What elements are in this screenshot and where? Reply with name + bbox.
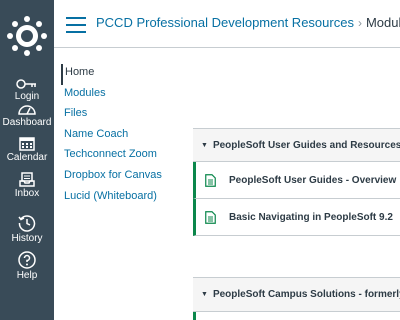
nav-calendar-label: Calendar: [6, 152, 48, 163]
nav-history-label: History: [11, 233, 43, 244]
login-icon: [16, 79, 36, 89]
module-item-title[interactable]: PeopleSoft User Guides - Overview: [229, 175, 396, 186]
module-peoplesoft-campus-solutions: ▼ PeopleSoft Campus Solutions - formerly…: [193, 277, 400, 320]
calendar-icon: [19, 137, 35, 151]
page-icon: [205, 173, 216, 187]
course-nav-modules[interactable]: Modules: [61, 85, 191, 106]
breadcrumb: PCCD Professional Development Resources ›…: [96, 15, 400, 31]
module-item[interactable]: Basic Navigating in PeopleSoft 9.2: [193, 199, 400, 236]
module-header[interactable]: ▼ PeopleSoft User Guides and Resources: [193, 129, 400, 162]
nav-history[interactable]: History: [0, 214, 54, 245]
course-nav-files[interactable]: Files: [61, 105, 191, 126]
course-nav-name-coach[interactable]: Name Coach: [61, 126, 191, 147]
canvas-logo-icon[interactable]: [5, 14, 49, 58]
nav-inbox[interactable]: Inbox: [0, 172, 54, 200]
module-item-title[interactable]: Basic Navigating in PeopleSoft 9.2: [229, 212, 393, 223]
help-icon: [18, 251, 36, 269]
module-item[interactable]: PeopleSoft User Guides - Overview: [193, 162, 400, 199]
nav-login[interactable]: Login: [0, 78, 54, 103]
breadcrumb-course-link[interactable]: PCCD Professional Development Resources: [96, 15, 354, 30]
caret-down-icon[interactable]: ▼: [201, 142, 208, 149]
module-header[interactable]: ▼ PeopleSoft Campus Solutions - formerly…: [193, 278, 400, 312]
breadcrumb-current: Modules: [365, 15, 400, 30]
inbox-icon: [19, 172, 35, 187]
module-item-partial: [193, 312, 400, 320]
caret-down-icon[interactable]: ▼: [201, 291, 208, 298]
module-title: PeopleSoft Campus Solutions - formerly i…: [212, 289, 400, 300]
nav-help[interactable]: Help: [0, 251, 54, 282]
course-nav-dropbox[interactable]: Dropbox for Canvas: [61, 167, 191, 188]
global-navigation: Login Dashboard Calendar Inbox History H…: [0, 0, 54, 320]
course-nav-lucid[interactable]: Lucid (Whiteboard): [61, 188, 191, 209]
nav-inbox-label: Inbox: [14, 188, 40, 199]
course-navigation: Home Modules Files Name Coach Techconnec…: [61, 64, 191, 208]
course-nav-techconnect-zoom[interactable]: Techconnect Zoom: [61, 146, 191, 167]
hamburger-menu-icon[interactable]: [66, 17, 86, 33]
page-icon: [205, 210, 216, 224]
module-peoplesoft-user-guides: ▼ PeopleSoft User Guides and Resources P…: [193, 128, 400, 236]
nav-help-label: Help: [16, 270, 38, 281]
course-nav-home[interactable]: Home: [61, 64, 191, 85]
dashboard-icon: [18, 105, 36, 115]
nav-dashboard[interactable]: Dashboard: [0, 102, 54, 129]
nav-calendar[interactable]: Calendar: [0, 136, 54, 164]
page-header: PCCD Professional Development Resources ›…: [54, 0, 400, 48]
module-title: PeopleSoft User Guides and Resources: [212, 139, 400, 151]
breadcrumb-separator: ›: [357, 16, 362, 30]
history-icon: [18, 215, 36, 232]
nav-dashboard-label: Dashboard: [2, 117, 52, 128]
